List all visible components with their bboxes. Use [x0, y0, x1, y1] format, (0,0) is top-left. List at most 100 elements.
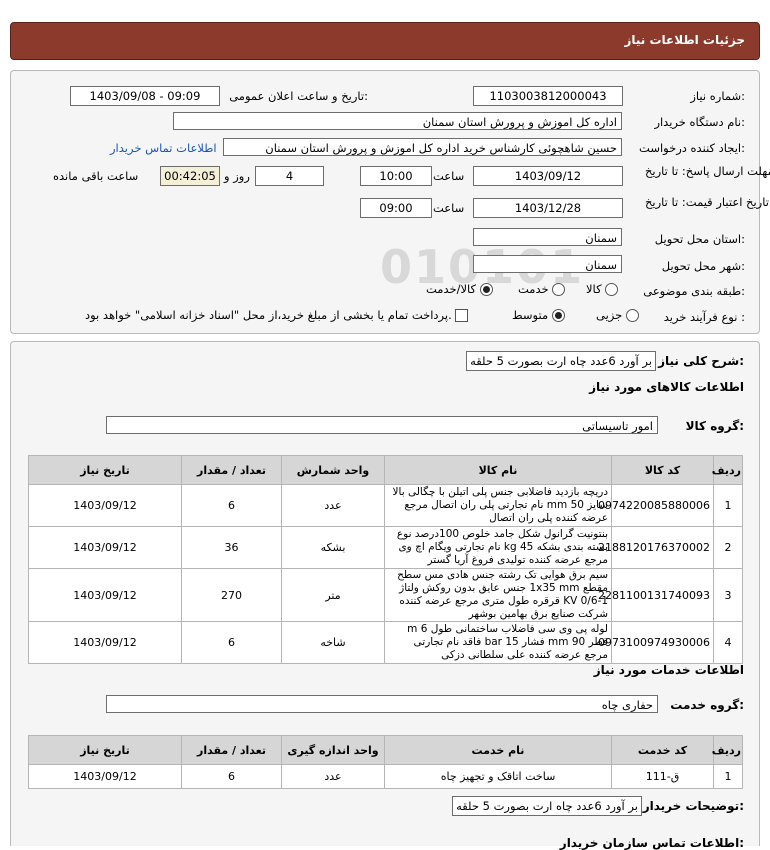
col-row: ردیف: [712, 455, 743, 485]
service-qty: 6: [181, 764, 282, 789]
goods-qty: 270: [181, 568, 282, 622]
goods-code: 0973100974930006: [598, 621, 714, 664]
row-number: 1: [713, 484, 743, 527]
category-option-goods[interactable]: کالا: [586, 282, 619, 296]
page-header: جزئیات اطلاعات نیاز: [10, 22, 760, 60]
radio-icon[interactable]: [625, 309, 639, 322]
validity-time-label: ساعت: [433, 201, 465, 215]
category-option-service[interactable]: خدمت: [518, 282, 566, 296]
radio-selected-icon[interactable]: [551, 309, 565, 322]
goods-qty: 6: [181, 621, 282, 664]
goods-code: 0974220085880006: [598, 484, 714, 527]
province-label: استان محل تحویل:: [654, 232, 745, 246]
goods-name: بنتونیت گرانول شکل جامد خلوص 100درصد نوع…: [384, 526, 612, 569]
goods-date: 1403/09/12: [28, 484, 182, 527]
payment-note: پرداخت تمام یا بخشی از مبلغ خرید،از محل …: [85, 308, 452, 322]
service-unit: عدد: [281, 764, 385, 789]
deadline-time-label: ساعت: [433, 169, 465, 183]
category-option-goods-service[interactable]: کالا/خدمت: [426, 282, 493, 296]
table-row: 2 2188120176370002 بنتونیت گرانول شکل جا…: [28, 526, 743, 569]
buyer-label: نام دستگاه خریدار:: [654, 115, 745, 129]
goods-qty: 36: [181, 526, 282, 569]
payment-option[interactable]: پرداخت تمام یا بخشی از مبلغ خرید،از محل …: [85, 308, 469, 322]
deadline-date-field: 1403/09/12: [473, 166, 623, 186]
buyer-notes-field: بر آورد 6عدد چاه ارت بصورت 5 حلقه: [452, 796, 642, 816]
goods-name: سیم برق هوایی تک رشته جنس هادی مس سطح مق…: [384, 568, 612, 622]
need-number-label: شماره نیاز:: [690, 89, 745, 103]
col-date: تاریخ نیاز: [28, 455, 182, 485]
time-remaining-label: ساعت باقی مانده: [53, 169, 139, 183]
process-option-minor[interactable]: جزیی: [596, 308, 639, 322]
col-qty: تعداد / مقدار: [181, 455, 282, 485]
buyer-field: اداره کل اموزش و پرورش استان سمنان: [173, 112, 622, 130]
goods-date: 1403/09/12: [28, 568, 182, 622]
table-row: 3 2281100131740093 سیم برق هوایی تک رشته…: [28, 568, 743, 622]
col-service-code: کد خدمت: [611, 735, 714, 765]
goods-unit: عدد: [281, 484, 385, 527]
category-label: طبقه بندی موضوعی:: [643, 284, 745, 298]
goods-code: 2188120176370002: [598, 526, 714, 569]
col-date: تاریخ نیاز: [28, 735, 182, 765]
goods-table-header: ردیف کد کالا نام کالا واحد شمارش تعداد /…: [28, 455, 743, 485]
goods-heading: اطلاعات کالاهای مورد نیاز: [589, 380, 744, 394]
buyer-contact-link[interactable]: اطلاعات تماس خریدار: [110, 141, 217, 155]
buyer-org-contact-heading: اطلاعات تماس سازمان خریدار:: [559, 836, 744, 850]
process-label: نوع فرآیند خرید :: [663, 310, 745, 324]
days-left-field: 4: [255, 166, 324, 186]
goods-table: ردیف کد کالا نام کالا واحد شمارش تعداد /…: [28, 455, 743, 664]
goods-group-field: امور تاسیساتی: [106, 416, 658, 434]
col-row: ردیف: [712, 735, 743, 765]
city-field: سمنان: [473, 255, 622, 273]
col-service-name: نام خدمت: [384, 735, 612, 765]
goods-code: 2281100131740093: [598, 568, 714, 622]
col-code: کد کالا: [611, 455, 714, 485]
goods-date: 1403/09/12: [28, 621, 182, 664]
col-measure-unit: واحد اندازه گیری: [281, 735, 385, 765]
service-group-field: حفاری چاه: [106, 695, 658, 713]
province-field: سمنان: [473, 228, 622, 246]
need-number-field: 1103003812000043: [473, 86, 623, 106]
radio-icon[interactable]: [605, 283, 619, 296]
col-name: نام کالا: [384, 455, 612, 485]
radio-icon[interactable]: [552, 283, 566, 296]
radio-selected-icon[interactable]: [479, 283, 493, 296]
deadline-time-field: 10:00: [360, 166, 432, 186]
validity-time-field: 09:00: [360, 198, 432, 218]
deadline-label: مهلت ارسال پاسخ: تا تاریخ:: [645, 164, 770, 178]
time-remaining-field: 00:42:05: [160, 166, 220, 186]
table-row: 1 ق-111 ساخت اتاقک و تجهیز چاه عدد 6 140…: [28, 764, 743, 789]
goods-unit: بشکه: [281, 526, 385, 569]
service-name: ساخت اتاقک و تجهیز چاه: [384, 764, 612, 789]
row-number: 1: [713, 764, 743, 789]
requester-field: حسین شاهچوئی کارشناس خرید اداره کل اموزش…: [223, 138, 622, 156]
goods-group-label: گروه کالا:: [685, 419, 744, 433]
goods-qty: 6: [181, 484, 282, 527]
goods-name: لوله پی وی سی فاضلاب ساختمانی طول 6 m قط…: [384, 621, 612, 664]
row-number: 3: [713, 568, 743, 622]
services-table: ردیف کد خدمت نام خدمت واحد اندازه گیری ت…: [28, 735, 743, 789]
summary-label: شرح کلی نیاز:: [658, 354, 744, 368]
col-qty: تعداد / مقدار: [181, 735, 282, 765]
city-label: شهر محل تحویل:: [661, 259, 745, 273]
process-option-medium[interactable]: متوسط: [512, 308, 565, 322]
table-row: 4 0973100974930006 لوله پی وی سی فاضلاب …: [28, 621, 743, 664]
announce-field: 1403/09/08 - 09:09: [70, 86, 220, 106]
validity-date-field: 1403/12/28: [473, 198, 623, 218]
row-number: 4: [713, 621, 743, 664]
service-code: ق-111: [611, 764, 714, 789]
goods-date: 1403/09/12: [28, 526, 182, 569]
services-heading: اطلاعات خدمات مورد نیاز: [593, 663, 744, 677]
goods-unit: شاخه: [281, 621, 385, 664]
checkbox-icon[interactable]: [455, 309, 469, 322]
col-unit: واحد شمارش: [281, 455, 385, 485]
service-date: 1403/09/12: [28, 764, 182, 789]
goods-unit: متر: [281, 568, 385, 622]
requester-label: ایجاد کننده درخواست:: [639, 141, 745, 155]
buyer-notes-label: توضیحات خریدار:: [642, 799, 744, 813]
days-label: روز و: [224, 169, 250, 183]
services-table-header: ردیف کد خدمت نام خدمت واحد اندازه گیری ت…: [28, 735, 743, 765]
row-number: 2: [713, 526, 743, 569]
validity-label: حداقل تاریخ اعتبار قیمت: تا تاریخ:: [645, 195, 770, 209]
announce-label: تاریخ و ساعت اعلان عمومی:: [229, 89, 368, 103]
table-row: 1 0974220085880006 دریچه بازدید فاضلابی …: [28, 484, 743, 527]
